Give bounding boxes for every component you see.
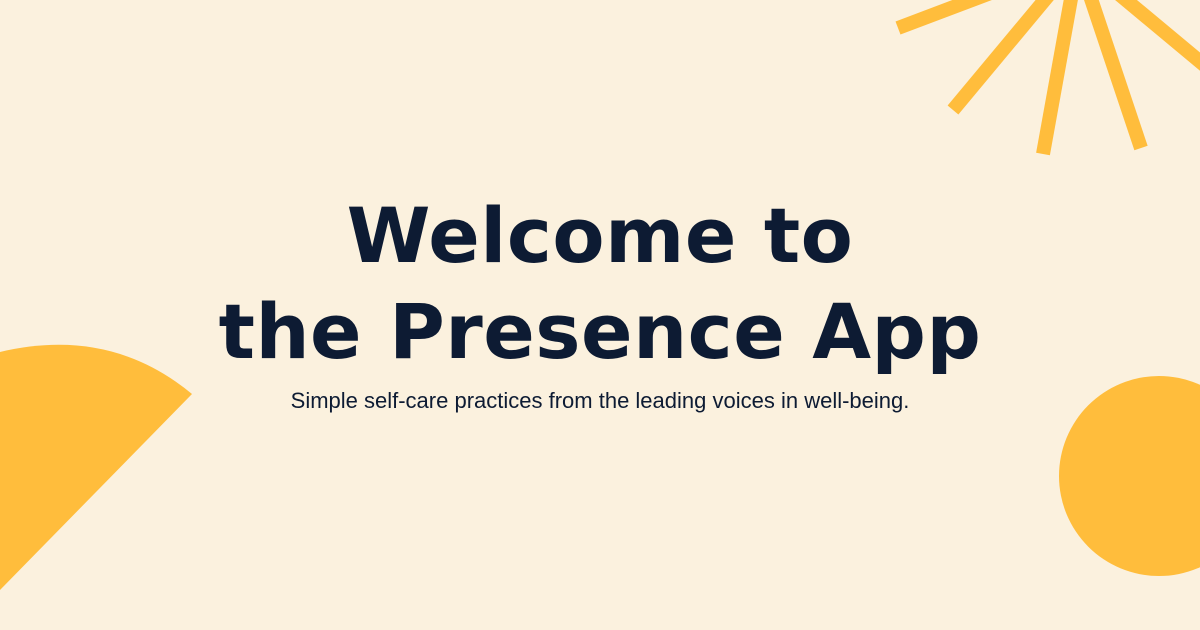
half-circle-shape [0,344,192,590]
page-title: Welcome to the Presence App [0,188,1200,380]
tagline: Simple self-care practices from the lead… [290,388,910,413]
hero-banner: Welcome to the Presence App Simple self-… [0,0,1200,630]
title-line-2: the Presence App [218,287,982,376]
sunburst-icon [895,0,1200,156]
title-line-1: Welcome to [346,191,854,280]
